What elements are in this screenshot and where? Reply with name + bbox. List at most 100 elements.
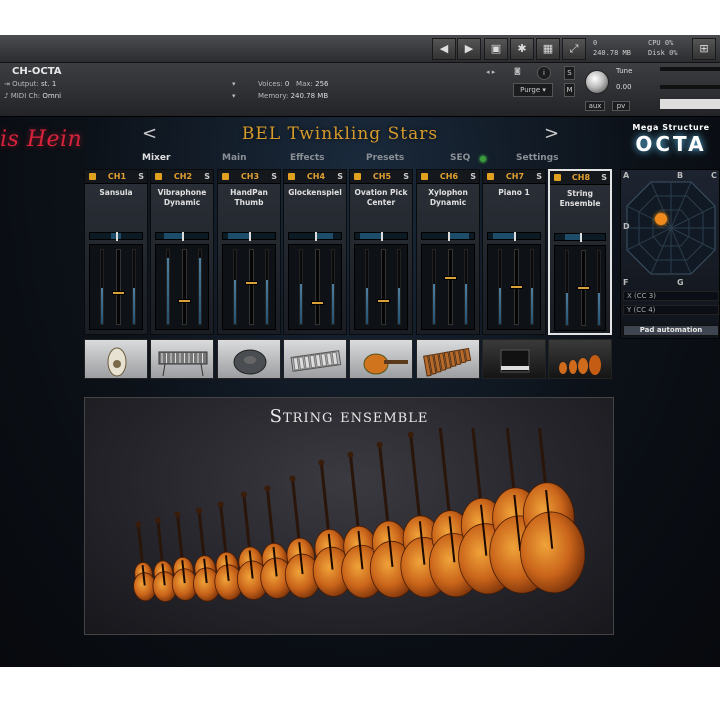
purge-button[interactable]: Purge ▾ [513, 83, 553, 97]
fader-handle[interactable] [510, 285, 523, 289]
channel-pan-slider[interactable] [554, 233, 606, 242]
pan-slider[interactable] [660, 85, 720, 89]
channel-instrument-name[interactable]: HandPan Thumb [220, 188, 278, 208]
instrument-thumbnail[interactable] [349, 339, 413, 379]
mixer-channel[interactable]: CH6 S Xylophon Dynamic [416, 169, 480, 335]
channel-instrument-name[interactable]: String Ensemble [552, 189, 608, 209]
volume-fader[interactable] [182, 249, 187, 325]
instrument-thumbnail[interactable] [283, 339, 347, 379]
pv-button[interactable]: pv [612, 101, 630, 111]
mixer-channel[interactable]: CH1 S Sansula [84, 169, 148, 335]
instrument-thumbnail-image [363, 353, 408, 375]
volume-slider[interactable] [660, 67, 720, 71]
fader-handle[interactable] [311, 300, 324, 305]
channel-solo-button[interactable]: S [138, 172, 144, 181]
instrument-nav-icon[interactable]: ◂ ▸ [486, 68, 495, 76]
panel-icon[interactable]: ⊞ [692, 38, 716, 60]
next-preset-arrow[interactable]: > [544, 123, 559, 144]
aux-button[interactable]: aux [585, 101, 605, 111]
gear-icon[interactable]: ✱ [510, 38, 534, 60]
resize-icon[interactable]: ⤢ [562, 38, 586, 60]
channel-instrument-name[interactable]: Xylophon Dynamic [419, 188, 477, 208]
output-dropdown-icon[interactable]: ▾ [232, 80, 236, 88]
channel-solo-button[interactable]: S [470, 172, 476, 181]
channel-instrument-name[interactable]: Vibraphone Dynamic [153, 188, 211, 208]
channel-solo-button[interactable]: S [601, 173, 607, 182]
mixer-channel[interactable]: CH8 S String Ensemble [548, 169, 612, 335]
tab-main[interactable]: Main [222, 153, 247, 163]
channel-solo-button[interactable]: S [204, 172, 210, 181]
pad-automation-button[interactable]: Pad automation [623, 325, 719, 336]
channel-instrument-name[interactable]: Glockenspiel [286, 188, 344, 198]
fader-handle[interactable] [577, 286, 590, 290]
channel-solo-button[interactable]: S [536, 172, 542, 181]
channel-solo-button[interactable]: S [337, 172, 343, 181]
mixer-channel[interactable]: CH4 S Glockenspiel [283, 169, 347, 335]
y-cc-slider[interactable]: Y (CC 4) [623, 305, 719, 315]
volume-fader[interactable] [381, 249, 386, 325]
channel-pan-slider[interactable] [487, 232, 541, 241]
fader-handle[interactable] [444, 276, 457, 281]
instrument-thumbnail[interactable] [150, 339, 214, 379]
fader-handle[interactable] [377, 299, 390, 304]
camera-icon[interactable]: ◙ [514, 67, 521, 75]
fader-handle[interactable] [112, 290, 125, 295]
instrument-thumbnail[interactable] [84, 339, 148, 379]
volume-fader[interactable] [116, 249, 121, 325]
channel-solo-button[interactable]: S [271, 172, 277, 181]
volume-fader[interactable] [448, 249, 453, 325]
channel-solo-button[interactable]: S [403, 172, 409, 181]
mute-button[interactable]: M [564, 83, 575, 97]
arrow-right-icon[interactable]: ▶ [457, 38, 481, 60]
info-button[interactable]: i [537, 66, 551, 80]
power-icon[interactable] [155, 173, 162, 180]
power-icon[interactable] [554, 174, 561, 181]
channel-pan-slider[interactable] [89, 232, 143, 241]
tab-presets[interactable]: Presets [366, 153, 404, 163]
channel-pan-slider[interactable] [421, 232, 475, 241]
arrow-left-icon[interactable]: ◀ [432, 38, 456, 60]
prev-preset-arrow[interactable]: < [142, 123, 157, 144]
volume-fader[interactable] [315, 249, 320, 325]
save-icon[interactable]: ▣ [484, 38, 508, 60]
instrument-thumbnail[interactable] [416, 339, 480, 379]
volume-fader[interactable] [249, 249, 254, 325]
power-icon[interactable] [354, 173, 361, 180]
power-icon[interactable] [487, 173, 494, 180]
mixer-channel[interactable]: CH3 S HandPan Thumb [217, 169, 281, 335]
power-icon[interactable] [89, 173, 96, 180]
instrument-name[interactable]: CH-OCTA [12, 66, 61, 77]
fader-handle[interactable] [245, 281, 258, 286]
instrument-thumbnail[interactable] [548, 339, 612, 379]
channel-pan-slider[interactable] [288, 232, 342, 241]
power-icon[interactable] [222, 173, 229, 180]
view-icon[interactable]: ▦ [536, 38, 560, 60]
solo-button[interactable]: S [564, 66, 575, 80]
fader-handle[interactable] [178, 299, 191, 304]
mixer-channel[interactable]: CH5 S Ovation Pick Center [349, 169, 413, 335]
tab-mixer[interactable]: Mixer [142, 153, 170, 163]
channel-pan-slider[interactable] [155, 232, 209, 241]
pad-cursor[interactable] [655, 213, 667, 225]
x-cc-slider[interactable]: X (CC 3) [623, 291, 719, 301]
instrument-thumbnail[interactable] [482, 339, 546, 379]
channel-pan-slider[interactable] [222, 232, 276, 241]
tab-effects[interactable]: Effects [290, 153, 325, 163]
mixer-channel[interactable]: CH7 S Piano 1 [482, 169, 546, 335]
midi-dropdown-icon[interactable]: ▾ [232, 92, 236, 100]
channel-instrument-name[interactable]: Sansula [87, 188, 145, 198]
tab-seq[interactable]: SEQ [450, 153, 470, 163]
xy-pad[interactable] [621, 170, 720, 288]
channel-instrument-name[interactable]: Ovation Pick Center [352, 188, 410, 208]
tune-value[interactable]: 0.00 [616, 83, 632, 91]
tab-settings[interactable]: Settings [516, 153, 558, 163]
midi-field[interactable]: ♪ MIDI Ch: Omni [4, 92, 61, 100]
output-field[interactable]: ⇥ Output: st. 1 [4, 80, 56, 88]
mixer-channel[interactable]: CH2 S Vibraphone Dynamic [150, 169, 214, 335]
power-icon[interactable] [288, 173, 295, 180]
instrument-thumbnail[interactable] [217, 339, 281, 379]
tune-knob[interactable] [585, 70, 609, 94]
channel-pan-slider[interactable] [354, 232, 408, 241]
power-icon[interactable] [421, 173, 428, 180]
channel-instrument-name[interactable]: Piano 1 [485, 188, 543, 198]
